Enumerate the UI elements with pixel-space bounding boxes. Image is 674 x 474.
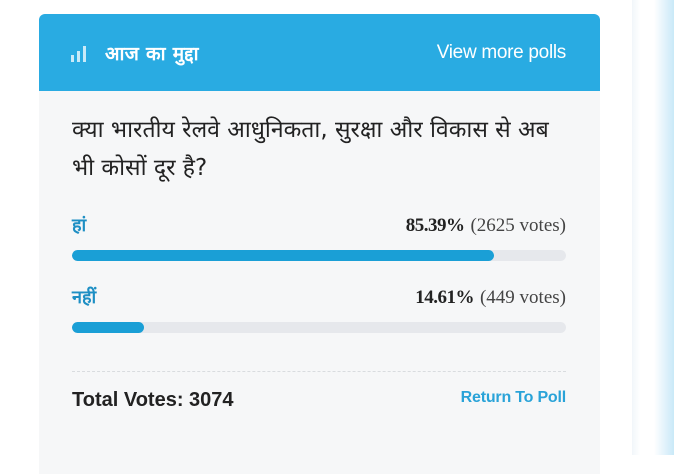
poll-option-yes: हां 85.39% (2625 votes) bbox=[72, 209, 566, 261]
progress-track bbox=[72, 322, 566, 333]
option-label[interactable]: नहीं bbox=[72, 285, 96, 309]
poll-question: क्या भारतीय रेलवे आधुनिकता, सुरक्षा और व… bbox=[72, 117, 549, 181]
bar-chart-icon bbox=[71, 45, 86, 62]
poll-widget: आज का मुद्दा View more polls क्या भारतीय… bbox=[39, 14, 600, 474]
progress-fill bbox=[72, 322, 145, 333]
view-more-polls-link[interactable]: View more polls bbox=[437, 42, 567, 64]
poll-header: आज का मुद्दा View more polls bbox=[39, 14, 600, 91]
poll-title: आज का मुद्दा bbox=[105, 42, 199, 65]
return-to-poll-link[interactable]: Return To Poll bbox=[461, 389, 567, 407]
option-label[interactable]: हां bbox=[72, 213, 86, 237]
option-votes: (2625 votes) bbox=[470, 215, 566, 236]
option-stats: 85.39% (2625 votes) bbox=[406, 215, 566, 237]
progress-fill bbox=[72, 250, 494, 261]
option-stats: 14.61% (449 votes) bbox=[415, 287, 566, 309]
option-percent: 85.39% bbox=[405, 215, 465, 236]
poll-option-no: नहीं 14.61% (449 votes) bbox=[72, 281, 566, 333]
option-votes: (449 votes) bbox=[479, 287, 566, 308]
total-votes: Total Votes: 3074 bbox=[72, 389, 234, 411]
poll-footer: Total Votes: 3074 Return To Poll bbox=[72, 389, 566, 412]
option-percent: 14.61% bbox=[415, 287, 474, 308]
divider bbox=[72, 371, 566, 373]
side-glow-decoration bbox=[632, 0, 674, 455]
progress-track bbox=[72, 250, 566, 261]
